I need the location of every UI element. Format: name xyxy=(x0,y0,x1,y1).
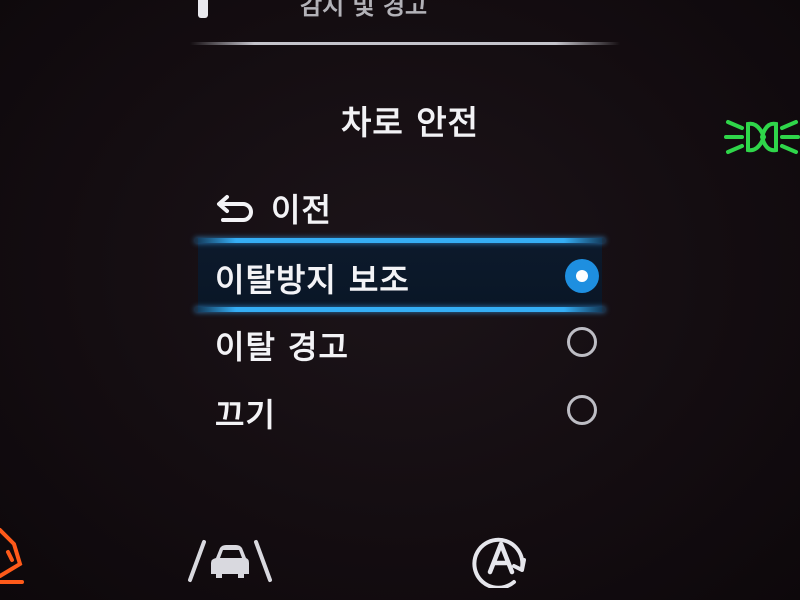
back-label: 이전 xyxy=(271,191,332,229)
instrument-cluster-screen: 감지 및 경고 차로 안전 이전 이탈방지 보조 이탈 경고 끄기 xyxy=(0,0,800,600)
divider xyxy=(190,42,620,45)
radio-selected[interactable] xyxy=(565,259,599,293)
radio-unselected[interactable] xyxy=(567,327,597,357)
menu-title: 차로 안전 xyxy=(341,103,479,142)
return-arrow-icon xyxy=(217,195,253,222)
scroll-indicator xyxy=(198,0,208,18)
option-label: 이탈 경고 xyxy=(215,328,349,366)
option-label: 끄기 xyxy=(215,396,276,434)
back-button[interactable]: 이전 xyxy=(215,178,605,238)
option-off[interactable]: 끄기 xyxy=(215,383,605,443)
option-label: 이탈방지 보조 xyxy=(215,261,410,299)
auto-hold-icon xyxy=(472,537,526,588)
radio-unselected[interactable] xyxy=(567,395,597,425)
selection-border-top xyxy=(195,238,605,243)
option-lane-departure-warning[interactable]: 이탈 경고 xyxy=(215,315,605,375)
option-lane-keeping-assist[interactable]: 이탈방지 보조 xyxy=(215,248,605,308)
previous-item-label: 감지 및 경고 xyxy=(300,0,428,20)
headlight-indicator-icon xyxy=(724,120,800,154)
warning-indicator-icon xyxy=(0,528,24,584)
lane-assist-icon xyxy=(188,540,272,582)
previous-item-partial: 감지 및 경고 xyxy=(190,0,620,22)
